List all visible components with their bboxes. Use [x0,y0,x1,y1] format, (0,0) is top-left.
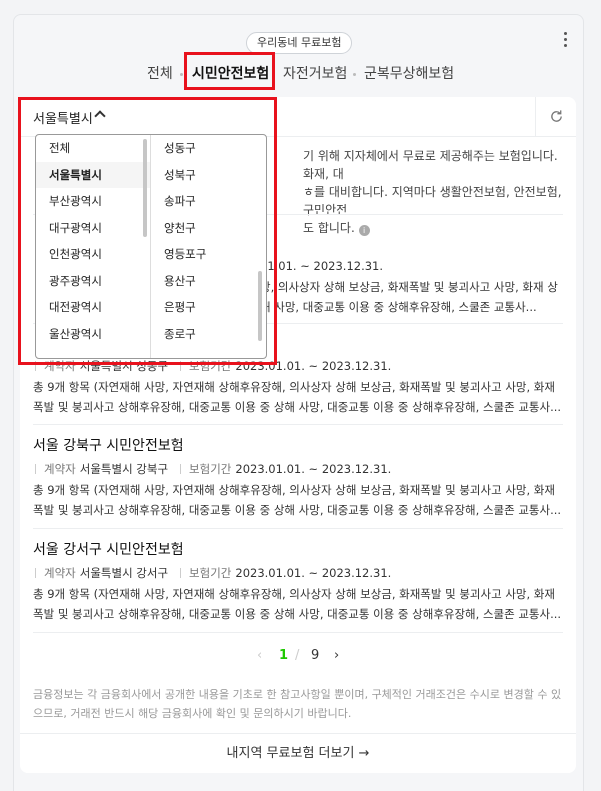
tab-separator [353,73,356,76]
item-summary: 총 9개 항목 (자연재해 사망, 자연재해 상해후유장해, 의사상자 상해 보… [33,380,562,414]
meta-divider [180,464,182,474]
meta-period-key: 보험기간 [189,566,232,580]
chevron-right-icon[interactable]: › [334,648,339,664]
more-vertical-icon[interactable] [558,30,574,50]
more-link[interactable]: 내지역 무료보험 더보기 → [20,733,576,773]
tab-separator [180,73,183,76]
page-current[interactable]: 1 [279,648,288,664]
item-meta: 계약자 서울특별시 강서구 보험기간 2023.01.01. ~ 2023.12.31… [33,564,563,582]
meta-divider [35,568,36,578]
refresh-button[interactable] [535,97,576,137]
pagination: ‹ 1 / 9 › [0,648,601,664]
tab-highlight-box [184,52,275,90]
list-item[interactable]: 서울 강북구 시민안전보험 계약자 서울특별시 강북구 보험기간 2023.01.01… [33,436,563,520]
dropdown-highlight-box [18,97,277,365]
item-title[interactable]: 서울 강서구 시민안전보험 [33,540,563,560]
item-meta: 계약자 서울특별시 강북구 보험기간 2023.01.01. ~ 2023.12.31… [33,460,563,478]
meta-divider [180,568,182,578]
insurance-tabs: 전체 시민안전보험 자전거보험 군복무상해보험 [0,62,601,88]
disclaimer: 금융정보는 각 금융회사에서 공개한 내용을 기초로 한 참고사항일 뿐이며, … [33,688,562,720]
meta-divider [35,464,36,474]
item-divider [33,528,563,529]
info-icon[interactable]: i [358,225,370,236]
meta-contractor-key: 계약자 [44,462,76,476]
category-pill: 우리동네 무료보험 [246,32,353,54]
tab-military[interactable]: 군복무상해보험 [364,62,454,86]
item-summary: 총 9개 항목 (자연재해 사망, 자연재해 상해후유장해, 의사상자 상해 보… [33,587,562,621]
list-item[interactable]: 서울 강서구 시민안전보험 계약자 서울특별시 강서구 보험기간 2023.01.01… [33,540,563,624]
meta-contractor-key: 계약자 [44,566,76,580]
refresh-icon [551,110,562,122]
item-contractor: 서울특별시 강북구 [79,462,169,476]
chevron-left-icon[interactable]: ‹ [257,648,262,664]
item-period: 01.01. ~ 2023.12.31. [260,259,384,273]
page-separator: / [295,648,300,663]
item-summary: 총 9개 항목 (자연재해 사망, 자연재해 상해후유장해, 의사상자 상해 보… [33,483,562,517]
description-text: 도 합니다. [303,221,355,235]
item-contractor: 서울특별시 강서구 [79,566,169,580]
item-divider [33,632,563,633]
tab-all[interactable]: 전체 [147,62,173,86]
tab-bicycle[interactable]: 자전거보험 [283,62,347,86]
item-title[interactable]: 서울 강북구 시민안전보험 [33,436,563,456]
page-total: 9 [311,648,320,663]
item-divider [33,424,563,425]
meta-period-key: 보험기간 [189,462,232,476]
item-period: 2023.01.01. ~ 2023.12.31. [235,566,392,580]
item-period: 2023.01.01. ~ 2023.12.31. [235,462,392,476]
list-item[interactable]: 계약자 서울특별시 성동구 보험기간 2023.01.01. ~ 2023.12.31… [33,357,563,417]
